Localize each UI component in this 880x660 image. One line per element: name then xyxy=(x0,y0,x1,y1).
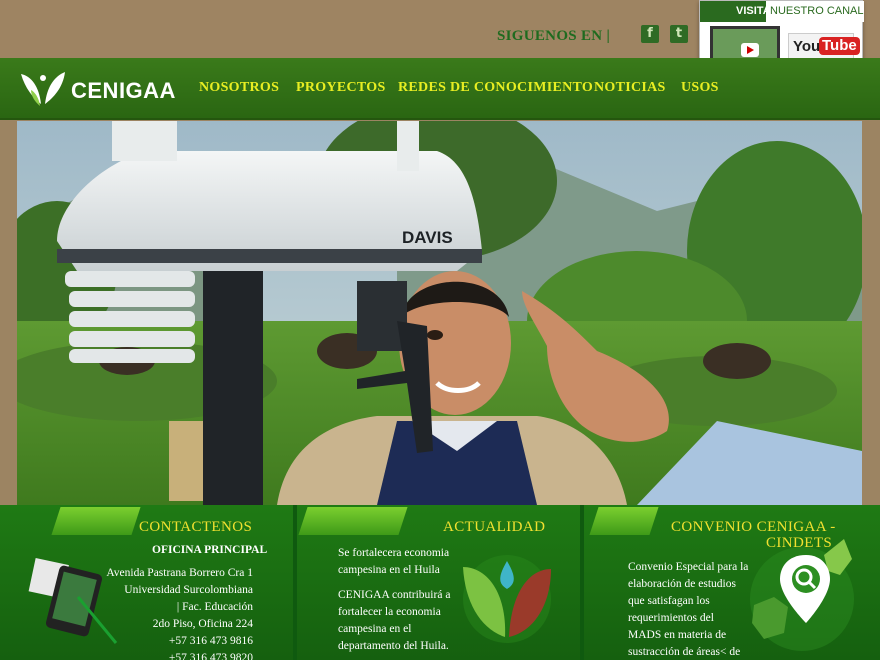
davis-label: DAVIS xyxy=(402,228,453,247)
agreement-body-line-3: que satisfagan los xyxy=(628,595,710,607)
leaf-drop-icon xyxy=(463,555,551,643)
contact-address-line-1: Avenida Pastrana Borrero Cra 1 xyxy=(106,567,253,579)
hero-photo: DAVIS xyxy=(17,121,862,505)
canal-label: NUESTRO CANAL xyxy=(766,1,864,22)
contact-phone-1[interactable]: +57 316 473 9816 xyxy=(63,633,253,650)
agreement-panel: CONVENIO CENIGAA - CINDETS Convenio Espe… xyxy=(584,505,880,660)
bottom-panels: CONTACTENOS OFICINA PRINCIPAL Avenida Pa… xyxy=(0,505,880,660)
facebook-icon[interactable]: f xyxy=(641,25,659,43)
nav-proyectos[interactable]: PROYECTOS xyxy=(296,80,386,96)
youtube-logo-tube: Tube xyxy=(819,37,860,55)
news-body-line-1: CENIGAA contribuirá a xyxy=(338,589,451,601)
news-headline-line-2[interactable]: campesina en el Huila xyxy=(338,562,440,579)
office-label: OFICINA PRINCIPAL xyxy=(152,544,268,556)
agreement-body-line-1: Convenio Especial para la xyxy=(628,561,749,573)
contact-address-line-2: Universidad Surcolombiana xyxy=(124,584,253,596)
news-body-line-2: fortalecer la economia xyxy=(338,606,441,618)
news-title: ACTUALIDAD xyxy=(443,519,546,535)
agreement-body-line-2: elaboración de estudios xyxy=(628,578,736,590)
main-navigation: CENIGAA NOSOTROS PROYECTOS REDES DE CONO… xyxy=(0,58,880,120)
agreement-body-line-6: sustracción de áreas< de xyxy=(628,646,741,658)
cenigaa-logo-icon[interactable] xyxy=(17,68,69,110)
follow-us-label: SIGUENOS EN | xyxy=(497,28,611,44)
nav-nosotros[interactable]: NOSOTROS xyxy=(199,80,279,96)
nav-redes-de-conocimiento[interactable]: REDES DE CONOCIMIENTO xyxy=(398,80,593,96)
contact-phone-2[interactable]: +57 316 473 9820 xyxy=(63,650,253,660)
play-icon xyxy=(741,43,759,57)
contact-tab xyxy=(51,507,141,535)
map-pin-icon xyxy=(750,539,854,651)
news-body-line-3: campesina en el xyxy=(338,623,412,635)
contact-panel: CONTACTENOS OFICINA PRINCIPAL Avenida Pa… xyxy=(0,505,293,660)
twitter-icon[interactable]: t xyxy=(670,25,688,43)
agreement-body-line-5: MADS en materia de xyxy=(628,629,727,641)
hero-banner[interactable]: DAVIS xyxy=(17,121,862,505)
contact-address-line-3: | Fac. Educación xyxy=(176,601,253,613)
contact-address-line-4: 2do Piso, Oficina 224 xyxy=(152,618,253,630)
agreement-title-line-1: CONVENIO CENIGAA - xyxy=(671,519,836,535)
news-headline-line-1[interactable]: Se fortalecera economia xyxy=(338,545,449,562)
news-body-line-4: departamento del Huila. xyxy=(338,640,449,652)
youtube-logo: You Tube xyxy=(788,33,860,59)
nav-usos[interactable]: USOS xyxy=(681,80,719,96)
contact-title: CONTACTENOS xyxy=(139,519,253,535)
nav-noticias[interactable]: NOTICIAS xyxy=(594,80,666,96)
agreement-body-line-4: requerimientos del xyxy=(628,612,714,624)
logo-text[interactable]: CENIGAA xyxy=(71,78,176,104)
youtube-logo-you: You xyxy=(793,38,821,55)
youtube-banner-bar: VISITA NUESTRO CANAL xyxy=(700,1,864,22)
news-tab xyxy=(298,507,408,535)
agreement-tab xyxy=(589,507,659,535)
news-panel: ACTUALIDAD Se fortalecera economia campe… xyxy=(297,505,580,660)
